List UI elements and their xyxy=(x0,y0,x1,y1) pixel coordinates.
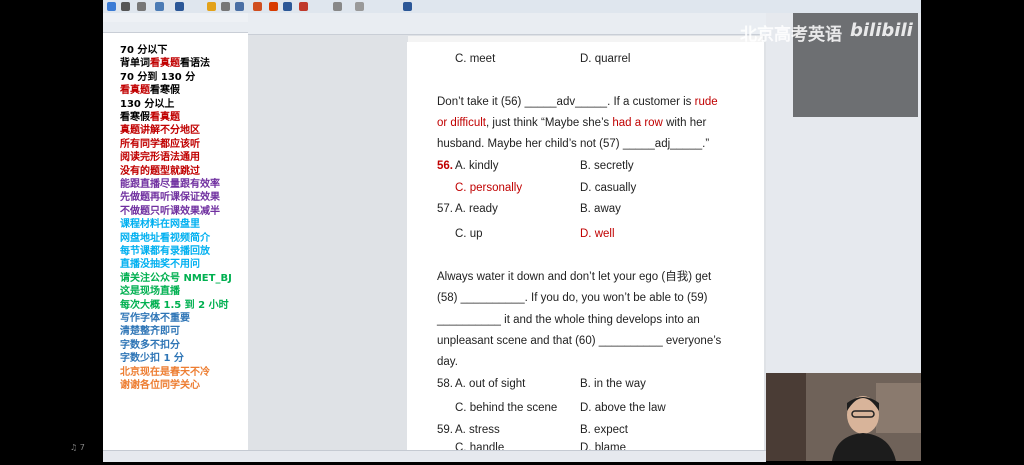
webcam-feed xyxy=(766,373,921,461)
left-doc-line: 北京现在是春天不冷 xyxy=(120,366,210,378)
left-doc-line: 看真题看寒假 xyxy=(120,85,180,97)
question-number-59: 59. xyxy=(437,424,453,436)
question-number-58: 58. xyxy=(437,378,453,390)
option-d-quarrel: D. quarrel xyxy=(580,53,631,65)
left-doc-line: 70 分到 130 分 xyxy=(120,71,196,83)
paragraph-line: husband. Maybe her child’s not (57) ____… xyxy=(437,138,710,150)
option-b: B. away xyxy=(580,203,621,215)
clock xyxy=(915,0,917,7)
question-number-57: 57. xyxy=(437,203,453,215)
left-word-window: 70 分以下背单词看真题看语法 70 分到 130 分看真题看寒假 130 分以上看… xyxy=(103,13,248,462)
app-icon[interactable] xyxy=(355,2,364,11)
watermark-text: 北京高考英语 xyxy=(740,25,842,45)
left-doc-line: 字数多不扣分 xyxy=(120,339,180,351)
paragraph-line: __________ it and the whole thing develo… xyxy=(437,314,700,326)
left-doc-line: 先做题再听课保证效果 xyxy=(120,192,220,204)
left-doc-line: 看寒假看真题 xyxy=(120,112,180,123)
option-a: A. ready xyxy=(455,203,498,215)
left-doc-line: 背单词看真题看语法 xyxy=(120,58,210,70)
option-a: A. kindly xyxy=(455,160,499,172)
user-icon: ♫ xyxy=(70,443,80,452)
option-a: A. stress xyxy=(455,424,500,436)
taskbar xyxy=(103,0,921,14)
app-icon[interactable] xyxy=(235,2,244,11)
left-window-ribbon xyxy=(103,22,248,33)
task-view-icon[interactable] xyxy=(137,2,146,11)
option-b: B. expect xyxy=(580,424,628,436)
left-status-bar xyxy=(103,450,248,462)
app-icon[interactable] xyxy=(299,2,308,11)
word-icon[interactable] xyxy=(283,2,292,11)
paragraph-line: unpleasant scene and that (60) _________… xyxy=(437,335,722,347)
paragraph-line: Always water it down and don’t let your … xyxy=(437,271,712,283)
left-doc-line: 所有同学都应该听 xyxy=(120,138,200,150)
left-doc-line: 字数少扣 1 分 xyxy=(120,353,184,365)
left-window-titlebar xyxy=(103,13,248,22)
bilibili-logo: bilibili xyxy=(850,20,913,41)
left-doc-line: 这是现场直播 xyxy=(120,286,180,298)
left-doc-page[interactable]: 70 分以下背单词看真题看语法 70 分到 130 分看真题看寒假 130 分以上看… xyxy=(111,43,246,443)
left-doc-line: 直播没抽奖不用问 xyxy=(120,259,200,271)
app-icon[interactable] xyxy=(269,2,278,11)
left-doc-line: 请关注公众号 NMET_BJ xyxy=(120,272,232,284)
left-doc-line: 不做题只听课效果减半 xyxy=(120,205,220,217)
left-doc-line: 阅读完形语法通用 xyxy=(120,152,200,164)
app-icon[interactable] xyxy=(333,2,342,11)
question-number-56: 56. xyxy=(437,160,453,172)
paragraph-line: Don’t take it (56) _____adv_____. If a c… xyxy=(437,96,718,108)
webcam-image xyxy=(766,373,921,461)
search-icon[interactable] xyxy=(121,2,130,11)
option-c-meet: C. meet xyxy=(455,53,496,65)
option-d: D. above the law xyxy=(580,402,666,414)
windows-start-icon[interactable] xyxy=(107,2,116,11)
left-doc-line: 课程材料在网盘里 xyxy=(120,219,200,231)
left-doc-line: 真题讲解不分地区 xyxy=(120,125,200,137)
left-doc-line: 清楚整齐即可 xyxy=(120,326,180,338)
viewer-count: ♫ 7 xyxy=(70,443,85,452)
main-status-bar xyxy=(248,450,766,462)
option-a: A. out of sight xyxy=(455,378,526,390)
left-doc-line: 写作字体不重要 xyxy=(120,313,190,324)
folder-icon[interactable] xyxy=(207,2,216,11)
paragraph-line: (58) __________. If you do, you won’t be… xyxy=(437,292,708,304)
paragraph-line: or difficult, just think “Maybe she’s ha… xyxy=(437,117,707,129)
paragraph-line: day. xyxy=(437,356,458,368)
left-doc-line: 没有的题型就跳过 xyxy=(120,165,200,177)
main-window-titlebar xyxy=(248,13,766,23)
left-doc-line: 70 分以下 xyxy=(120,45,168,56)
app-icon[interactable] xyxy=(403,2,412,11)
main-word-window: C. meet D. quarrel Don’t take it (56) __… xyxy=(248,13,766,462)
option-b: B. secretly xyxy=(580,160,634,172)
option-c: C. up xyxy=(455,228,483,240)
app-icon[interactable] xyxy=(253,2,262,11)
option-c: C. behind the scene xyxy=(455,402,558,414)
left-doc-line: 每次大概 1.5 到 2 小时 xyxy=(120,299,229,311)
option-d: D. well xyxy=(580,228,615,240)
document-page[interactable]: C. meet D. quarrel Don’t take it (56) __… xyxy=(407,42,764,454)
app-icon[interactable] xyxy=(221,2,230,11)
app-icon[interactable] xyxy=(155,2,164,11)
option-c: C. personally xyxy=(455,182,523,194)
left-doc-line: 130 分以上 xyxy=(120,98,175,110)
left-doc-line: 每节课都有录播回放 xyxy=(120,246,210,257)
left-doc-line: 网盘地址看视频简介 xyxy=(120,232,210,244)
left-doc-line: 能跟直播尽量跟有效率 xyxy=(120,179,220,190)
main-window-ribbon xyxy=(248,23,766,35)
left-doc-line: 谢谢各位同学关心 xyxy=(120,380,200,391)
word-icon[interactable] xyxy=(175,2,184,11)
option-d: D. casually xyxy=(580,182,637,194)
option-b: B. in the way xyxy=(580,378,646,390)
